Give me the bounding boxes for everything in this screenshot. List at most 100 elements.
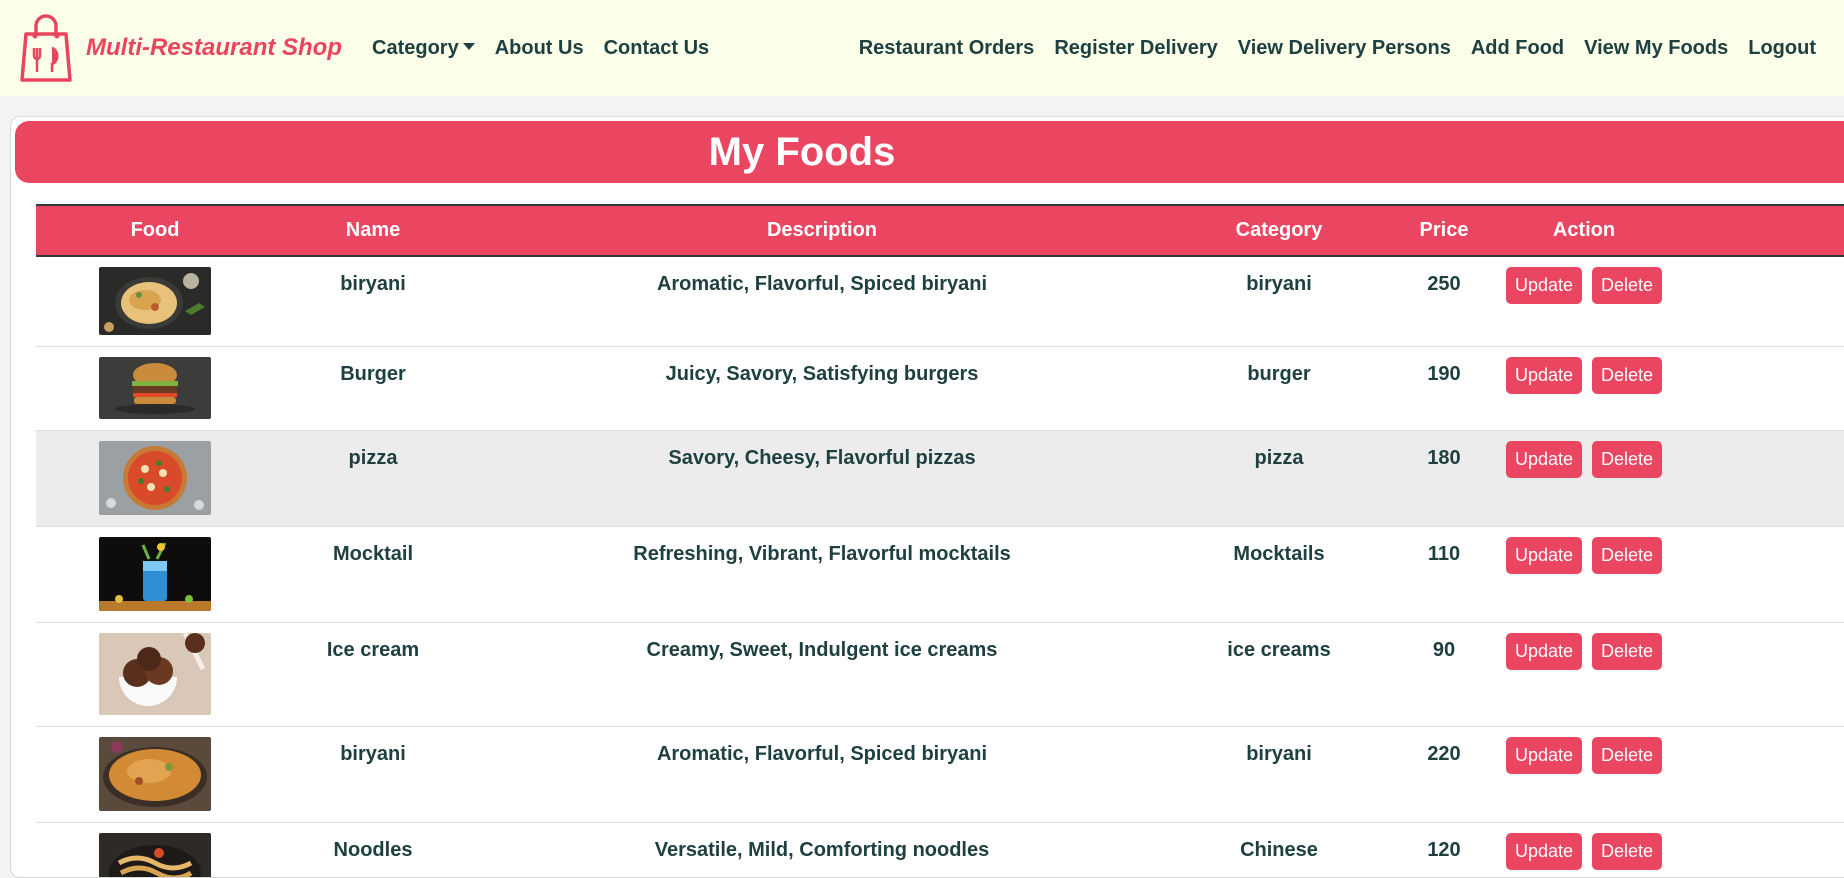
food-name: Ice cream bbox=[274, 623, 472, 662]
food-description: Versatile, Mild, Comforting noodles bbox=[472, 823, 1172, 862]
nav-right: Restaurant Orders Register Delivery View… bbox=[839, 0, 1816, 96]
food-name: Mocktail bbox=[274, 527, 472, 566]
delete-button[interactable]: Delete bbox=[1592, 357, 1662, 394]
card-header bbox=[15, 121, 1844, 183]
table-row: biryani Aromatic, Flavorful, Spiced biry… bbox=[36, 256, 1844, 346]
food-image-cell bbox=[36, 622, 274, 726]
brand-link[interactable]: Multi-Restaurant Shop bbox=[18, 12, 342, 84]
header-description: Description bbox=[472, 205, 1172, 256]
caret-down-icon bbox=[463, 43, 475, 50]
update-button[interactable]: Update bbox=[1506, 833, 1582, 870]
food-name-cell: pizza bbox=[274, 430, 472, 526]
header-action-label: Action bbox=[1553, 219, 1615, 242]
nav-category-dropdown[interactable]: Category bbox=[372, 37, 475, 60]
table-row: biryani Aromatic, Flavorful, Spiced biry… bbox=[36, 726, 1844, 822]
shopping-bag-logo-icon bbox=[18, 12, 74, 84]
row-actions: Update Delete bbox=[1272, 823, 1844, 870]
nav-category-label: Category bbox=[372, 37, 459, 59]
delete-button[interactable]: Delete bbox=[1592, 537, 1662, 574]
nav-logout[interactable]: Logout bbox=[1748, 37, 1816, 60]
food-name: Burger bbox=[274, 347, 472, 386]
food-description: Juicy, Savory, Satisfying burgers bbox=[472, 347, 1172, 386]
table-header-row: Food Name Description Category Price Act… bbox=[36, 205, 1844, 256]
table-row: Ice cream Creamy, Sweet, Indulgent ice c… bbox=[36, 622, 1844, 726]
food-name-cell: Ice cream bbox=[274, 622, 472, 726]
delete-button[interactable]: Delete bbox=[1592, 267, 1662, 304]
food-image-cell bbox=[36, 346, 274, 430]
nav-view-my-foods[interactable]: View My Foods bbox=[1584, 37, 1728, 60]
food-image-cell bbox=[36, 256, 274, 346]
header-category: Category bbox=[1172, 205, 1386, 256]
delete-button[interactable]: Delete bbox=[1592, 737, 1662, 774]
food-name: Noodles bbox=[274, 823, 472, 862]
food-image-cell bbox=[36, 726, 274, 822]
nav-view-delivery-persons[interactable]: View Delivery Persons bbox=[1238, 37, 1451, 60]
food-name: pizza bbox=[274, 431, 472, 470]
food-description: Refreshing, Vibrant, Flavorful mocktails bbox=[472, 527, 1172, 566]
nav-contact-us[interactable]: Contact Us bbox=[604, 37, 710, 60]
biryani-image bbox=[99, 737, 211, 811]
row-actions: Update Delete bbox=[1272, 727, 1844, 774]
food-image-cell bbox=[36, 430, 274, 526]
nav-about-us[interactable]: About Us bbox=[495, 37, 584, 60]
row-actions: Update Delete bbox=[1272, 257, 1844, 304]
delete-button[interactable]: Delete bbox=[1592, 441, 1662, 478]
nav-restaurant-orders[interactable]: Restaurant Orders bbox=[859, 37, 1035, 60]
row-actions: Update Delete bbox=[1272, 347, 1844, 394]
food-name-cell: Burger bbox=[274, 346, 472, 430]
row-actions: Update Delete bbox=[1272, 527, 1844, 574]
food-name-cell: biryani bbox=[274, 256, 472, 346]
food-name: biryani bbox=[274, 727, 472, 766]
navbar: Multi-Restaurant Shop Category About Us … bbox=[0, 0, 1844, 96]
action-cell: Update Delete bbox=[1502, 526, 1844, 622]
burger-image bbox=[99, 357, 211, 419]
food-name-cell: Mocktail bbox=[274, 526, 472, 622]
action-cell: Update Delete bbox=[1502, 256, 1844, 346]
nav-add-food[interactable]: Add Food bbox=[1471, 37, 1564, 60]
delete-button[interactable]: Delete bbox=[1592, 633, 1662, 670]
food-name-cell: Noodles bbox=[274, 822, 472, 878]
update-button[interactable]: Update bbox=[1506, 537, 1582, 574]
noodles-image bbox=[99, 833, 211, 878]
action-cell: Update Delete bbox=[1502, 822, 1844, 878]
table-row: Noodles Versatile, Mild, Comforting nood… bbox=[36, 822, 1844, 878]
food-description-cell: Savory, Cheesy, Flavorful pizzas bbox=[472, 430, 1172, 526]
brand-name: Multi-Restaurant Shop bbox=[86, 34, 342, 62]
food-description-cell: Creamy, Sweet, Indulgent ice creams bbox=[472, 622, 1172, 726]
nav-left: Category About Us Contact Us bbox=[372, 37, 729, 60]
foods-table: Food Name Description Category Price Act… bbox=[36, 204, 1844, 878]
update-button[interactable]: Update bbox=[1506, 267, 1582, 304]
food-description: Savory, Cheesy, Flavorful pizzas bbox=[472, 431, 1172, 470]
row-actions: Update Delete bbox=[1272, 431, 1844, 478]
food-description-cell: Refreshing, Vibrant, Flavorful mocktails bbox=[472, 526, 1172, 622]
table-row-hovered: pizza Savory, Cheesy, Flavorful pizzas p… bbox=[36, 430, 1844, 526]
delete-button[interactable]: Delete bbox=[1592, 833, 1662, 870]
table-row: Burger Juicy, Savory, Satisfying burgers… bbox=[36, 346, 1844, 430]
update-button[interactable]: Update bbox=[1506, 357, 1582, 394]
action-cell: Update Delete bbox=[1502, 622, 1844, 726]
food-description: Creamy, Sweet, Indulgent ice creams bbox=[472, 623, 1172, 662]
ice-cream-image bbox=[99, 633, 211, 715]
action-cell: Update Delete bbox=[1502, 430, 1844, 526]
header-name: Name bbox=[274, 205, 472, 256]
food-description-cell: Juicy, Savory, Satisfying burgers bbox=[472, 346, 1172, 430]
action-cell: Update Delete bbox=[1502, 346, 1844, 430]
biryani-image bbox=[99, 267, 211, 335]
food-image-cell bbox=[36, 526, 274, 622]
header-action: Action bbox=[1502, 205, 1844, 256]
food-image-cell bbox=[36, 822, 274, 878]
my-foods-card: My Foods Food Name Description Category … bbox=[10, 116, 1844, 878]
row-actions: Update Delete bbox=[1272, 623, 1844, 670]
action-cell: Update Delete bbox=[1502, 726, 1844, 822]
food-description-cell: Aromatic, Flavorful, Spiced biryani bbox=[472, 726, 1172, 822]
update-button[interactable]: Update bbox=[1506, 737, 1582, 774]
pizza-image bbox=[99, 441, 211, 515]
header-food: Food bbox=[36, 205, 274, 256]
table-row: Mocktail Refreshing, Vibrant, Flavorful … bbox=[36, 526, 1844, 622]
nav-register-delivery[interactable]: Register Delivery bbox=[1054, 37, 1217, 60]
header-price: Price bbox=[1386, 205, 1502, 256]
update-button[interactable]: Update bbox=[1506, 441, 1582, 478]
food-description-cell: Versatile, Mild, Comforting noodles bbox=[472, 822, 1172, 878]
update-button[interactable]: Update bbox=[1506, 633, 1582, 670]
food-name-cell: biryani bbox=[274, 726, 472, 822]
